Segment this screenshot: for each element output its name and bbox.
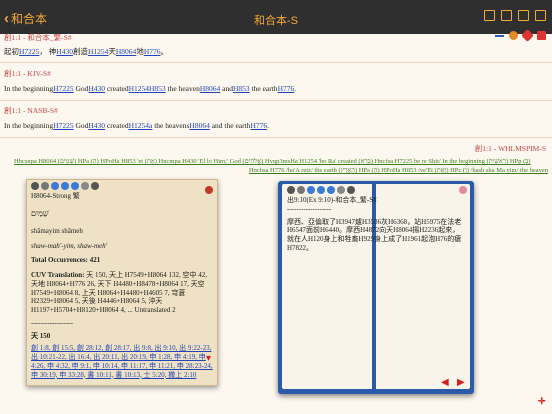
info-icon[interactable] <box>307 186 315 194</box>
verse-whlm-line2: Hncbsa H776 /ha'A retz/ the earth (הָאָר… <box>0 167 552 174</box>
strong-link[interactable]: H776 <box>250 121 267 130</box>
expand-icon[interactable] <box>337 186 345 194</box>
verse-ref: 創1:1 - NASB-S# <box>4 106 58 115</box>
verse-ref: 創1:1 - 和合本_繁-S# <box>4 33 72 42</box>
verse-kjv-head: 創1:1 - KJV-S# <box>0 68 552 79</box>
toolbar-icons <box>484 10 546 21</box>
strong-link[interactable]: H1254 <box>88 47 108 56</box>
pronunciation: shaw-mah'-yim, shaw-meh' <box>31 241 108 250</box>
occurrences: Total Occurrences: 421 <box>31 256 101 265</box>
strong-link[interactable]: H853 <box>233 84 250 93</box>
text: the heavens <box>152 121 190 130</box>
strong-link[interactable]: H430 <box>56 47 73 56</box>
prev-arrow-icon[interactable]: ◀ <box>441 377 449 388</box>
interlinear-line[interactable]: Hbcsnpa H8064 (שָּׁמַיִם) HPa (הַ) HPoHa… <box>0 158 552 165</box>
text: and the earth <box>209 121 251 130</box>
text: the heaven <box>165 84 200 93</box>
bible-popup-content: 出9:10(Ex 9:10)-和合本_繁-S# ----------------… <box>283 184 469 384</box>
verse-cuv: 創1:1 - 和合本_繁-S# <box>0 32 552 43</box>
text: created <box>105 121 129 130</box>
next-icon[interactable] <box>71 182 79 190</box>
verse-text: 摩西、亞倫取了H3947爐H3536灰H6368，站H5975在法老H6547面… <box>287 217 462 252</box>
reference-links[interactable]: 創 1:8, 創 15:5, 創 28:12, 創 28:17, 出 9:8, … <box>27 344 217 379</box>
text: 創造 <box>72 47 88 56</box>
verse-whlm-line1: Hbcsnpa H8064 (שָּׁמַיִם) HPa (הַ) HPoHa… <box>0 158 552 165</box>
strong-link[interactable]: H430 <box>88 84 105 93</box>
separator: ------------------ <box>31 318 73 327</box>
note-icon[interactable] <box>297 186 305 194</box>
strong-link[interactable]: H7225 <box>19 47 39 56</box>
top-nav-bar: ‹ 和合本 和合本-S <box>0 0 552 34</box>
copy-icon[interactable] <box>287 186 295 194</box>
copy-icon[interactable] <box>484 10 495 21</box>
strong-link[interactable]: H8064 <box>189 121 209 130</box>
text: 天 <box>108 47 116 56</box>
verse-whlm-head: 創1:1 - WHLMSPIM-S <box>0 143 552 154</box>
expand-icon[interactable] <box>81 182 89 190</box>
text: 。 <box>160 47 168 56</box>
tag-icon[interactable] <box>205 186 213 194</box>
verse-kjv-text: In the beginningH7225 GodH430 createdH12… <box>0 84 552 93</box>
transliteration: shâmayim shâmeh <box>31 226 83 235</box>
tag-icon[interactable] <box>459 186 467 194</box>
strong-link[interactable]: H853 <box>149 84 166 93</box>
copy-icon[interactable] <box>31 182 39 190</box>
info-icon[interactable] <box>51 182 59 190</box>
scroll-icon[interactable]: ▾ <box>206 353 211 364</box>
strong-link[interactable]: H7225 <box>53 84 73 93</box>
verse-ref: 創1:1 - KJV-S# <box>4 69 51 78</box>
popup-toolbar <box>27 180 217 192</box>
note-icon[interactable] <box>41 182 49 190</box>
text: God <box>73 121 89 130</box>
share-icon[interactable] <box>518 10 529 21</box>
close-icon[interactable] <box>347 186 355 194</box>
divider <box>0 100 552 101</box>
cuv-translation: CUV Translation: 天 150, 天上 H7549+H8064 1… <box>27 271 217 315</box>
hebrew-word: שָׁמַיִם <box>31 208 49 218</box>
strong-link[interactable]: H1254a <box>129 121 153 130</box>
verse-nasb-text: In the beginningH7225 GodH430 createdH12… <box>0 121 552 130</box>
strong-link[interactable]: H8064 <box>116 47 136 56</box>
text: ， 神 <box>39 47 57 56</box>
text: . <box>267 121 269 130</box>
divider <box>0 62 552 63</box>
verse-ref: 創1:1 - WHLMSPIM-S <box>474 144 546 153</box>
interlinear-line[interactable]: Hncbsa H776 /ha'A retz/ the earth (הָאָר… <box>0 167 552 174</box>
text: 地 <box>136 47 144 56</box>
expand-icon[interactable]: ✛ <box>538 396 546 407</box>
text: the earth <box>249 84 278 93</box>
prev-icon[interactable] <box>317 186 325 194</box>
settings-icon[interactable] <box>535 10 546 21</box>
strong-link[interactable]: H776 <box>144 47 161 56</box>
separator: ------------------- <box>287 204 332 213</box>
count-label: 天 150 <box>31 331 51 340</box>
text: In the beginning <box>4 84 54 93</box>
next-icon[interactable] <box>327 186 335 194</box>
close-icon[interactable] <box>91 182 99 190</box>
strong-link[interactable]: H776 <box>278 84 295 93</box>
verse-cuv-text: 起初H7225， 神H430創造H1254天H8064地H776。 <box>0 46 552 57</box>
popup-toolbar <box>283 184 469 196</box>
text: . <box>294 84 297 93</box>
verse-nasb-head: 創1:1 - NASB-S# <box>0 105 552 116</box>
strong-link[interactable]: H7225 <box>53 121 73 130</box>
strong-link[interactable]: H1254 <box>129 84 149 93</box>
text: and <box>220 84 233 93</box>
layout-icon[interactable] <box>501 10 512 21</box>
strong-link[interactable]: H8064 <box>200 84 220 93</box>
text: created <box>105 84 129 93</box>
popup-header: H8064-Strong 繁 <box>31 192 80 200</box>
text: God <box>73 84 89 93</box>
text: In the beginning <box>4 121 54 130</box>
nav-title: 和合本-S <box>254 15 298 27</box>
divider <box>0 137 552 138</box>
popup-header: 出9:10(Ex 9:10)-和合本_繁-S# <box>287 196 377 204</box>
cuv-label: CUV Translation: <box>31 271 87 279</box>
strong-popup: H8064-Strong 繁 שָׁמַיִם shâmayim shâmeh … <box>26 179 218 386</box>
strong-link[interactable]: H430 <box>88 121 105 130</box>
prev-icon[interactable] <box>61 182 69 190</box>
text: 起初 <box>4 47 19 56</box>
next-arrow-icon[interactable]: ▶ <box>457 377 465 388</box>
